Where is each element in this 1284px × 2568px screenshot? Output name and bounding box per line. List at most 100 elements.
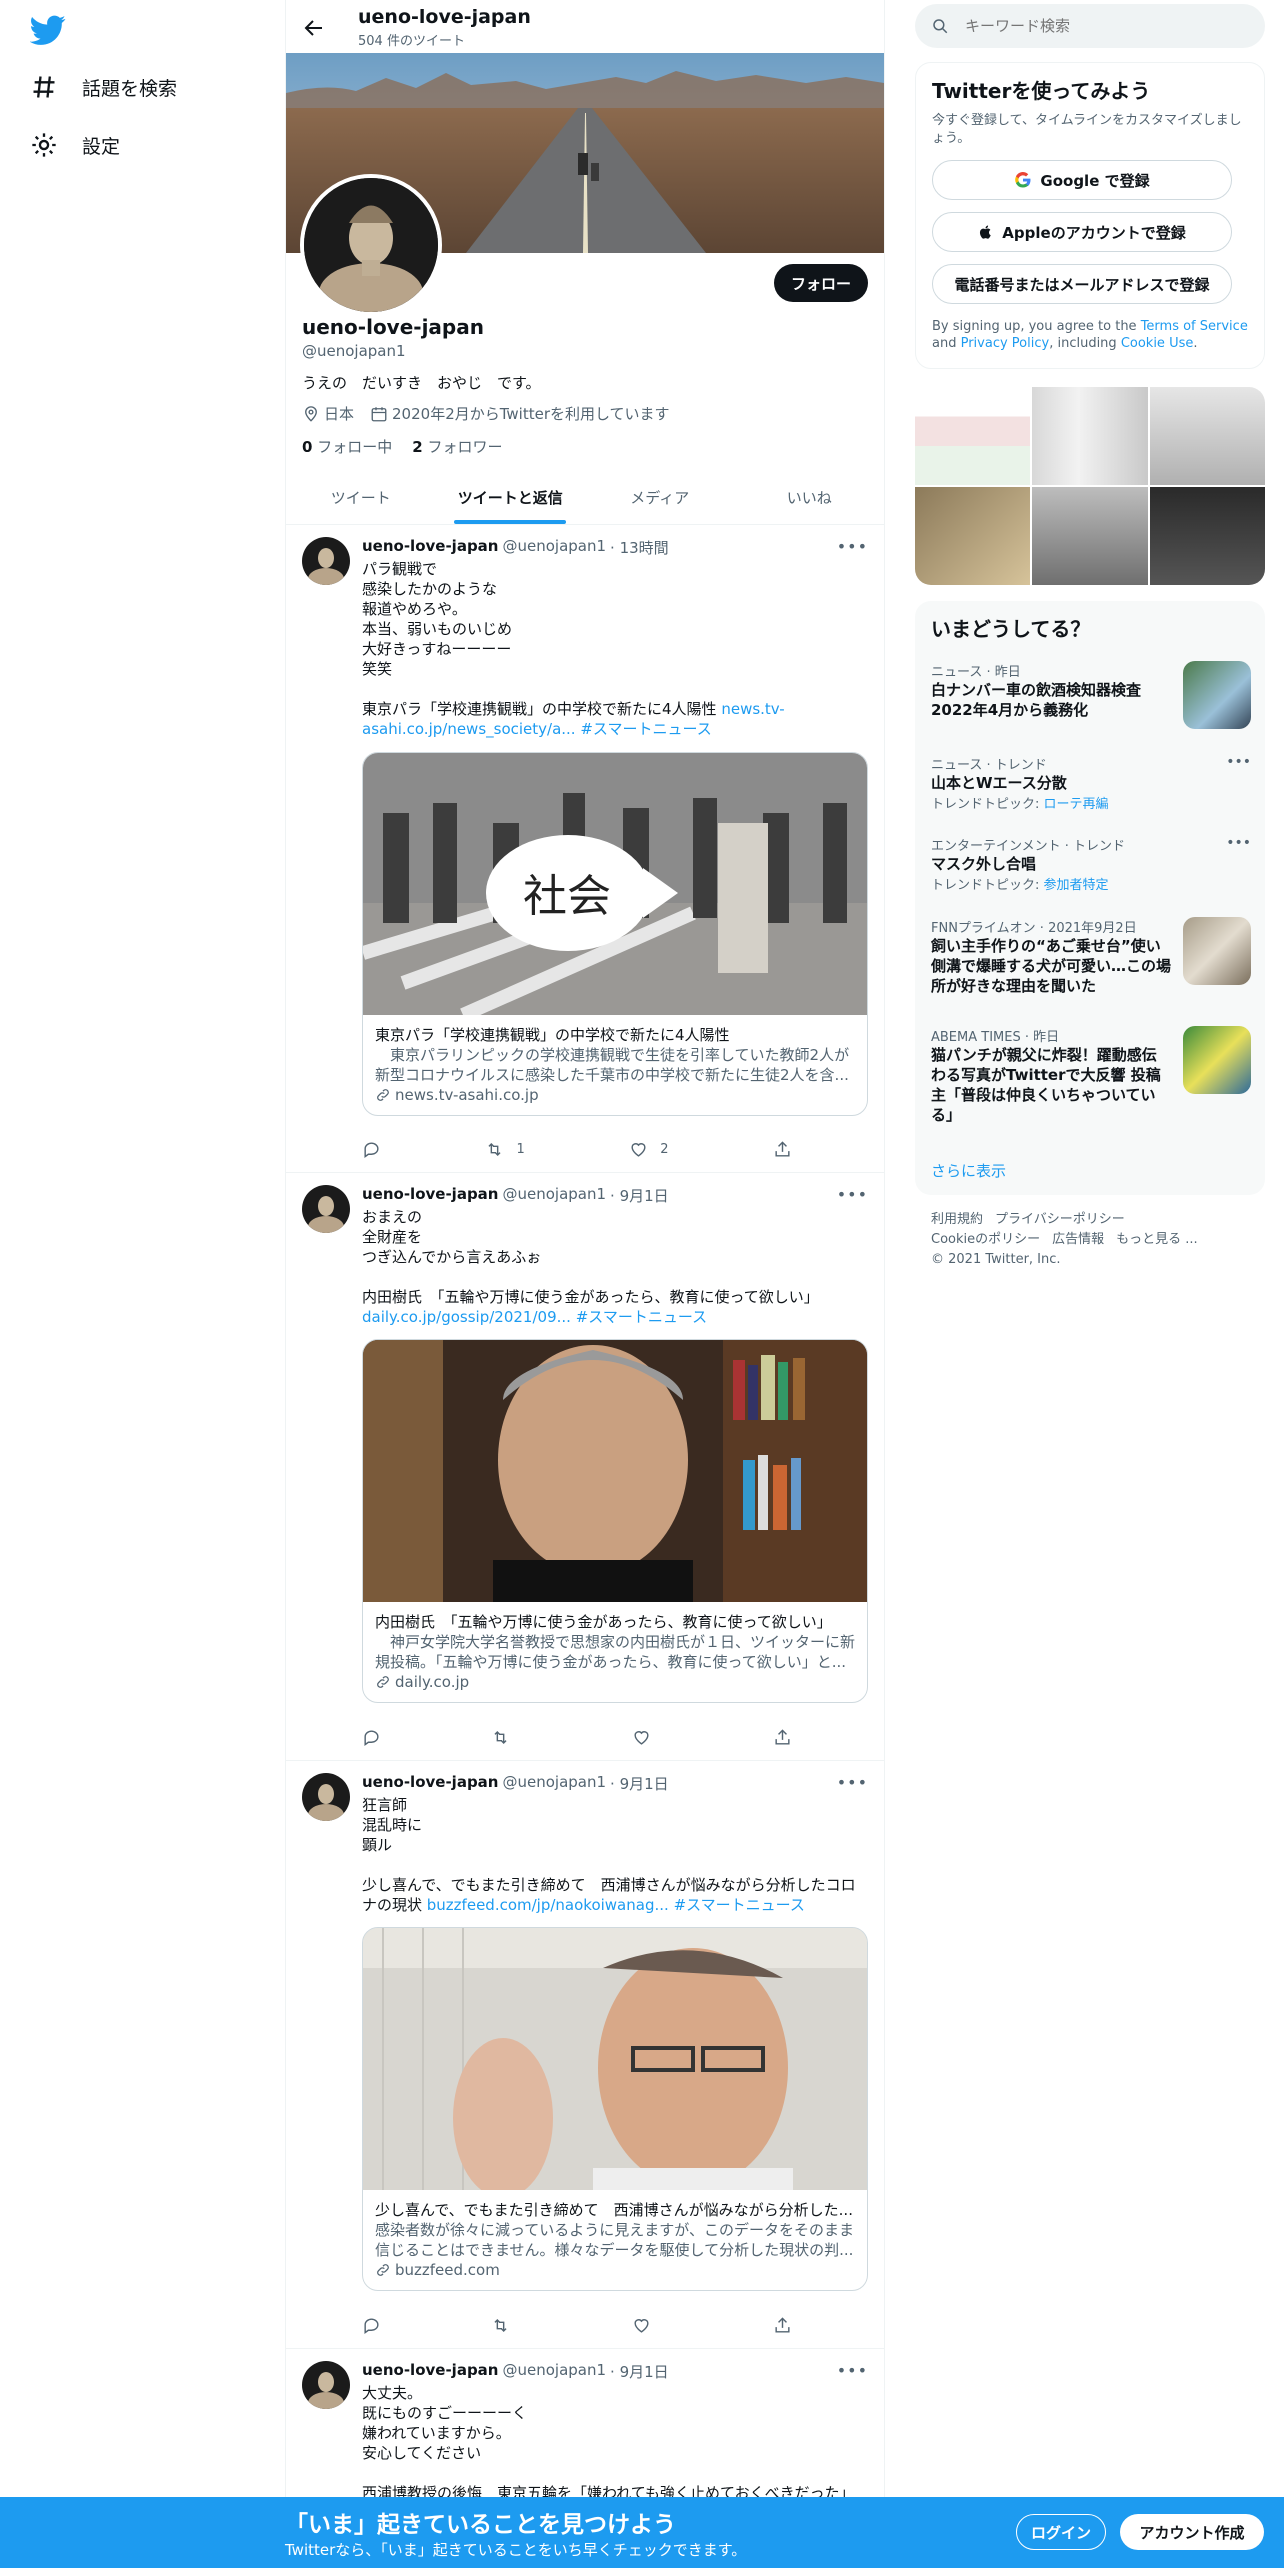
tweet-avatar[interactable] [302, 1773, 350, 1821]
trend-item[interactable]: FNNプライムオン · 2021年9月2日 飼い主手作りの“あご乗せ台”使い側溝… [931, 917, 1251, 996]
location-pin-icon [305, 405, 317, 422]
footer-link[interactable]: Cookieのポリシー [931, 1232, 1040, 1247]
tweet-avatar[interactable] [302, 537, 350, 585]
follow-button[interactable]: フォロー [774, 264, 868, 302]
tweet-avatar[interactable] [302, 2361, 350, 2409]
tweet-author-name[interactable]: ueno-love-japan [362, 537, 499, 558]
tweet-time[interactable]: · 9月1日 [610, 2361, 669, 2382]
tweet-avatar[interactable] [302, 1185, 350, 1233]
heart-icon [631, 1142, 646, 1157]
google-signup-button[interactable]: Google で登録 [932, 160, 1232, 200]
like-button[interactable] [632, 1727, 663, 1747]
tweet-link[interactable]: daily.co.jp/gossip/2021/09... [362, 1308, 571, 1326]
signup-button[interactable]: アカウント作成 [1120, 2514, 1264, 2550]
nav-settings-label: 設定 [82, 135, 121, 158]
media-thumbnail[interactable] [1149, 487, 1265, 585]
tweet-author-handle[interactable]: @uenojapan1 [503, 537, 607, 558]
search-input[interactable] [965, 17, 1245, 35]
tweet[interactable]: ueno-love-japan @uenojapan1 · 9月1日 ••• 狂… [286, 1761, 884, 2349]
terms-of-service-link[interactable]: Terms of Service [1141, 319, 1248, 334]
profile-avatar[interactable] [300, 174, 442, 316]
trend-topic-link[interactable]: 参加者特定 [1044, 878, 1109, 893]
reply-button[interactable] [362, 1139, 381, 1159]
profile-column: ueno-love-japan 504 件のツイート フォロー ueno-lov… [285, 0, 885, 2568]
signup-panel: Twitterを使ってみよう 今すぐ登録して、タイムラインをカスタマイズしましょ… [915, 62, 1265, 369]
tweet-author-handle[interactable]: @uenojapan1 [503, 2361, 607, 2382]
login-button[interactable]: ログイン [1016, 2514, 1106, 2550]
like-button[interactable] [632, 2315, 663, 2335]
link-card[interactable]: 内田樹氏 「五輪や万博に使う金があったら、教育に使って欲しい」 神戸女学院大学名… [362, 1339, 868, 1703]
more-options-icon[interactable]: ••• [837, 1185, 868, 1204]
share-button[interactable] [773, 1727, 792, 1747]
phone-email-signup-button[interactable]: 電話番号またはメールアドレスで登録 [932, 264, 1232, 304]
tweet-hashtag[interactable]: #スマートニュース [580, 720, 711, 738]
card-description: 神戸女学院大学名誉教授で思想家の内田樹氏が１日、ツイッターに新規投稿。「五輪や万… [375, 1633, 855, 1671]
trend-item[interactable]: ニュース · 昨日 白ナンバー車の飲酒検知器検査 2022年4月から義務化 [931, 661, 1251, 729]
footer-link[interactable]: 利用規約 [931, 1212, 983, 1227]
tab-likes[interactable]: いいね [735, 472, 885, 524]
tweet-hashtag[interactable]: #スマートニュース [674, 1896, 805, 1914]
tweet-author-name[interactable]: ueno-love-japan [362, 1773, 499, 1794]
trend-topic-link[interactable]: ローテ再編 [1044, 797, 1109, 812]
nav-settings[interactable]: 設定 [30, 125, 120, 165]
back-arrow-icon[interactable] [302, 16, 326, 40]
tab-tweets-and-replies[interactable]: ツイートと返信 [436, 472, 586, 524]
media-grid [915, 387, 1265, 585]
followers-link[interactable]: 2 フォロワー [412, 436, 502, 457]
link-card[interactable]: 少し喜んで、でもまた引き締めて 西浦博さんが悩みながら分析した... 感染者数が… [362, 1927, 868, 2291]
trend-item[interactable]: ABEMA TIMES · 昨日 猫パンチが親父に炸裂！躍動感伝わる写真がTwi… [931, 1026, 1251, 1125]
nav-explore[interactable]: 話題を検索 [30, 67, 177, 107]
media-thumbnail[interactable] [915, 387, 1031, 485]
more-options-icon[interactable]: ••• [1226, 835, 1251, 851]
tweet[interactable]: ueno-love-japan @uenojapan1 · 13時間 ••• パ… [286, 525, 884, 1173]
share-icon [775, 2316, 790, 2333]
profile-handle: @uenojapan1 [302, 342, 406, 360]
retweet-button[interactable] [491, 1727, 522, 1747]
retweet-button[interactable]: 1 [485, 1139, 525, 1159]
tweet[interactable]: ueno-love-japan @uenojapan1 · 9月1日 ••• お… [286, 1173, 884, 1761]
footer-link[interactable]: もっと見る ... [1116, 1232, 1198, 1247]
more-options-icon[interactable]: ••• [1226, 754, 1251, 770]
trend-item[interactable]: ニュース · トレンド 山本とWエース分散 トレンドトピック: ローテ再編 ••… [931, 754, 1251, 812]
share-button[interactable] [773, 2315, 792, 2335]
privacy-policy-link[interactable]: Privacy Policy [961, 336, 1050, 351]
share-button[interactable] [773, 1139, 792, 1159]
media-thumbnail[interactable] [1149, 387, 1265, 485]
tab-tweets[interactable]: ツイート [286, 472, 436, 524]
tweet-time[interactable]: · 9月1日 [610, 1185, 669, 1206]
link-icon [377, 2264, 389, 2276]
tweet-actions: 1 2 [362, 1139, 792, 1159]
show-more-link[interactable]: さらに表示 [931, 1160, 1006, 1181]
tweet-author-handle[interactable]: @uenojapan1 [503, 1185, 607, 1206]
tweet-author-name[interactable]: ueno-love-japan [362, 1185, 499, 1206]
media-thumbnail[interactable] [1032, 387, 1148, 485]
following-link[interactable]: 0 フォロー中 [302, 436, 392, 457]
media-thumbnail[interactable] [1032, 487, 1148, 585]
card-domain-text: buzzfeed.com [395, 2261, 500, 2279]
retweet-button[interactable] [491, 2315, 522, 2335]
cookie-use-link[interactable]: Cookie Use [1121, 336, 1194, 351]
tab-media[interactable]: メディア [585, 472, 735, 524]
footer-link[interactable]: プライバシーポリシー [995, 1212, 1125, 1227]
more-options-icon[interactable]: ••• [837, 1773, 868, 1792]
trend-item[interactable]: エンターテインメント · トレンド マスク外し合唱 トレンドトピック: 参加者特… [931, 835, 1251, 893]
tweet-hashtag[interactable]: #スマートニュース [576, 1308, 707, 1326]
more-options-icon[interactable]: ••• [837, 2361, 868, 2380]
apple-signup-button[interactable]: Appleのアカウントで登録 [932, 212, 1232, 252]
search-box[interactable] [915, 4, 1265, 48]
tweet-author-name[interactable]: ueno-love-japan [362, 2361, 499, 2382]
like-button[interactable]: 2 [629, 1139, 669, 1159]
terms-end: . [1193, 336, 1198, 351]
tweet-link[interactable]: buzzfeed.com/jp/naokoiwanag... [427, 1896, 669, 1914]
tweet-time[interactable]: · 13時間 [610, 537, 669, 558]
tweet-time[interactable]: · 9月1日 [610, 1773, 669, 1794]
more-options-icon[interactable]: ••• [837, 537, 868, 556]
reply-button[interactable] [362, 1727, 381, 1747]
link-card[interactable]: 社会 東京パラ「学校連携観戦」の中学校で新たに4人陽性 東京パラリンピックの学校… [362, 752, 868, 1116]
footer-link[interactable]: 広告情報 [1052, 1232, 1104, 1247]
reply-button[interactable] [362, 2315, 381, 2335]
twitter-logo-icon[interactable] [30, 12, 66, 48]
tweet-author-handle[interactable]: @uenojapan1 [503, 1773, 607, 1794]
media-thumbnail[interactable] [915, 487, 1031, 585]
trend-topic-label: トレンドトピック: [931, 878, 1044, 893]
